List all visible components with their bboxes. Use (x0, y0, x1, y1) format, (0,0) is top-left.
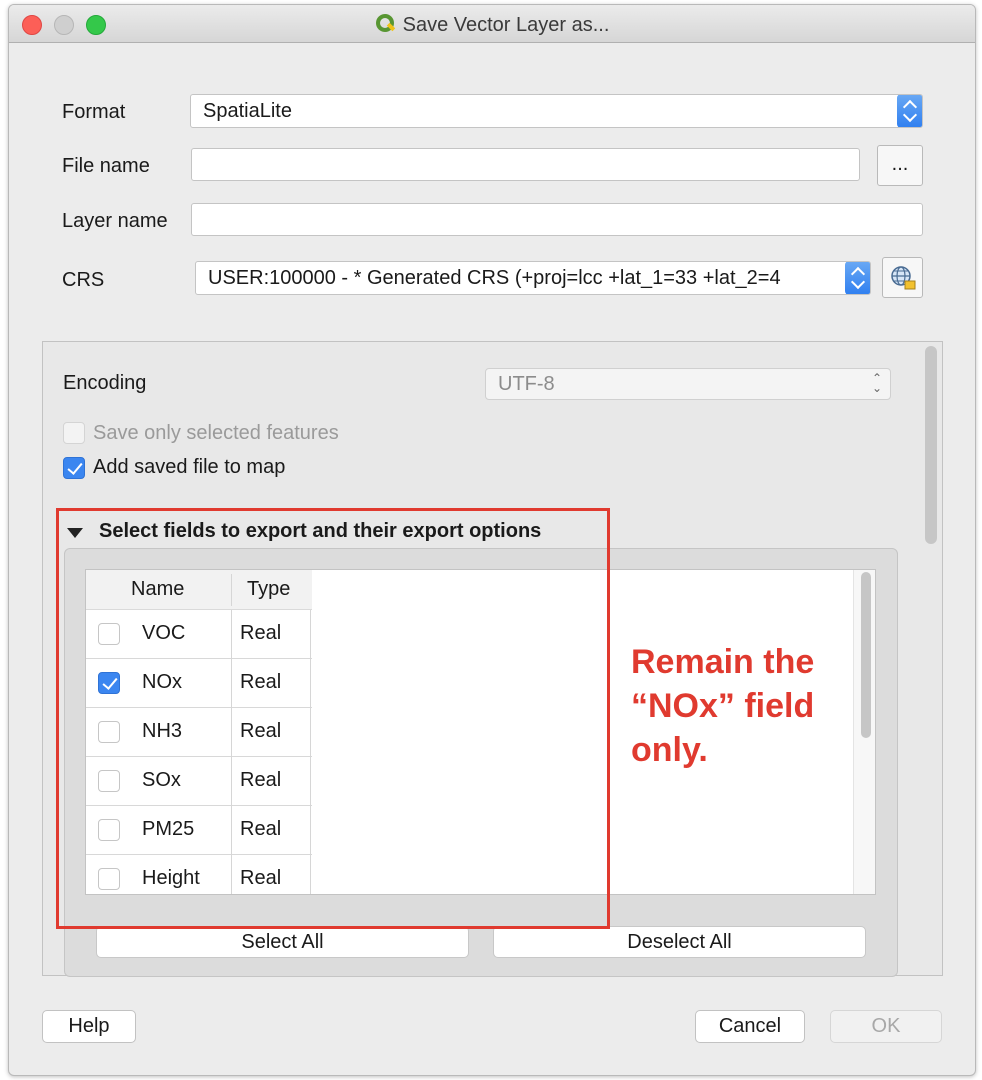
save-selected-label: Save only selected features (93, 422, 339, 444)
layername-input[interactable] (191, 203, 923, 236)
select-all-button[interactable]: Select All (96, 926, 469, 958)
crs-select-value: USER:100000 - * Generated CRS (+proj=lcc… (208, 267, 781, 289)
annotation-highlight-box (56, 508, 610, 929)
options-scrollbar[interactable] (925, 346, 937, 544)
filename-label: File name (62, 155, 150, 177)
encoding-label: Encoding (63, 372, 147, 394)
filename-input[interactable] (191, 148, 860, 181)
crs-select-arrows-icon (845, 262, 870, 294)
cancel-button[interactable]: Cancel (695, 1010, 805, 1043)
format-select-arrows-icon (897, 95, 922, 127)
annotation-text: Remain the “NOx” field only. (631, 640, 881, 772)
help-button[interactable]: Help (42, 1010, 136, 1043)
format-label: Format (62, 101, 126, 123)
annotation-line: only. (631, 731, 708, 769)
add-to-map-label: Add saved file to map (93, 456, 286, 478)
window-title: Save Vector Layer as... (402, 14, 610, 36)
ok-button[interactable]: OK (830, 1010, 942, 1043)
save-selected-checkbox[interactable] (63, 422, 85, 444)
deselect-all-button[interactable]: Deselect All (493, 926, 866, 958)
title-bar: Save Vector Layer as... (9, 5, 975, 43)
select-crs-button[interactable] (882, 257, 923, 298)
layername-label: Layer name (62, 210, 168, 232)
crs-select[interactable]: USER:100000 - * Generated CRS (+proj=lcc… (195, 261, 871, 295)
qgis-logo-icon (375, 14, 395, 32)
encoding-arrows-icon: ⌃ ⌄ (871, 371, 882, 395)
add-to-map-checkbox[interactable] (63, 457, 85, 479)
annotation-line: Remain the (631, 643, 815, 681)
encoding-select-value: UTF-8 (498, 373, 555, 395)
window-title-wrap: Save Vector Layer as... (9, 13, 975, 37)
crs-label: CRS (62, 269, 105, 291)
format-select[interactable]: SpatiaLite (190, 94, 923, 128)
format-select-value: SpatiaLite (203, 100, 292, 122)
browse-file-button[interactable]: ... (877, 145, 923, 186)
annotation-line: “NOx” field (631, 687, 815, 725)
globe-crs-icon (891, 266, 916, 290)
encoding-select[interactable]: UTF-8 ⌃ ⌄ (485, 368, 891, 400)
